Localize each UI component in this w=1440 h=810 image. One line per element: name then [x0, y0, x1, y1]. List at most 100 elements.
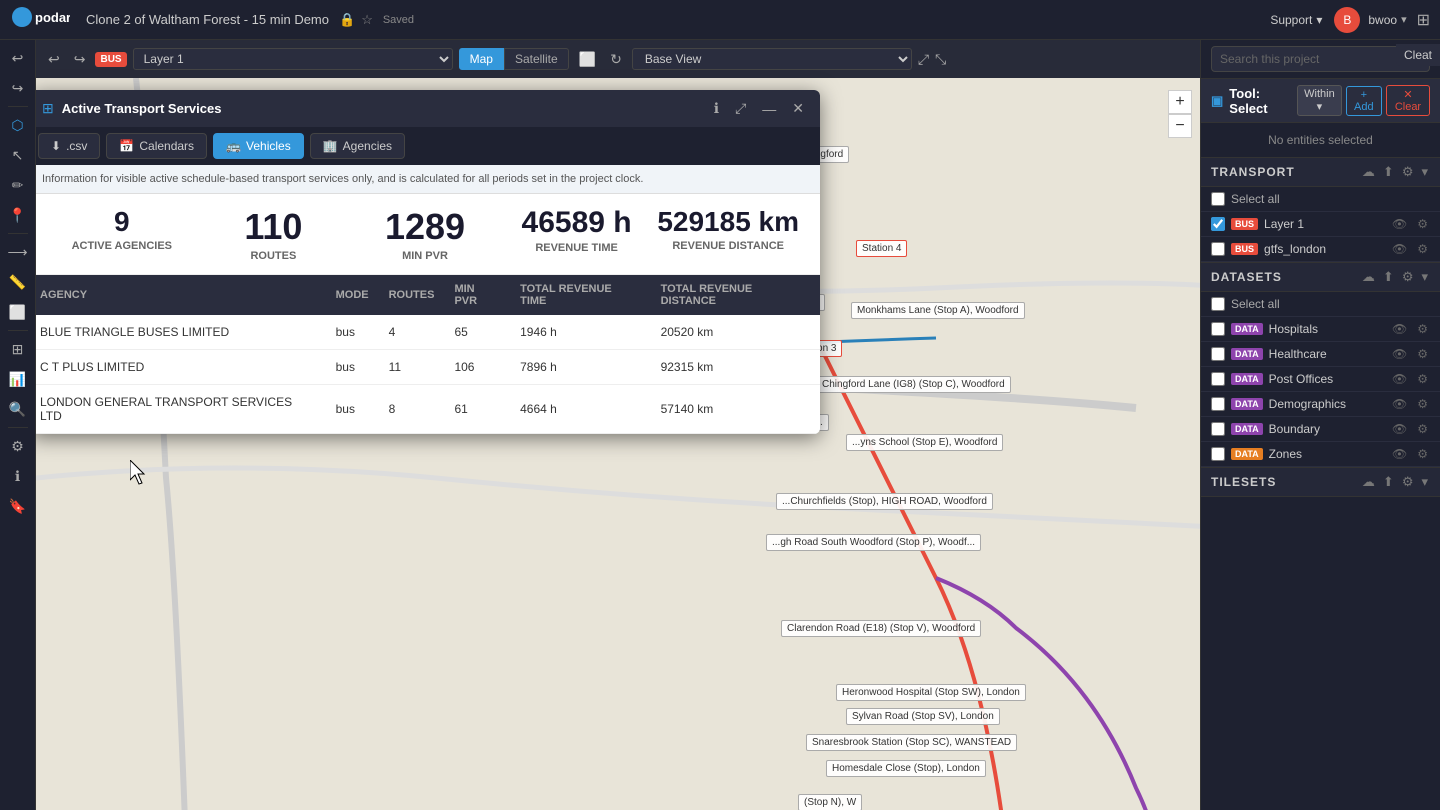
search-tool[interactable]: 🔍 — [4, 395, 32, 423]
search-input[interactable] — [1220, 52, 1399, 66]
col-min-pvr: MIN PVR — [444, 275, 510, 315]
refresh-icon[interactable]: ↻ — [606, 49, 626, 70]
settings-tool[interactable]: ⚙ — [4, 432, 32, 460]
star-icon[interactable]: ☆ — [361, 12, 373, 28]
hospitals-settings-icon[interactable]: ⚙ — [1415, 322, 1430, 336]
layers-cloud-icon[interactable]: ☁ — [1360, 164, 1377, 180]
layers-select-all-checkbox[interactable] — [1211, 192, 1225, 206]
map-undo-button[interactable]: ↩ — [44, 49, 64, 70]
pointer-tool[interactable]: ↖ — [4, 141, 32, 169]
healthcare-eye-icon[interactable]: 👁 — [1390, 347, 1409, 361]
gtfs-eye-icon[interactable]: 👁 — [1390, 242, 1409, 256]
dataset-boundary[interactable]: DATA Boundary 👁 ⚙ — [1201, 417, 1440, 442]
right-panel: 🔍 ▣ Tool: Select Within ▾ + Add ✕ Clear … — [1200, 40, 1440, 810]
map-redo-button[interactable]: ↪ — [70, 49, 90, 70]
dataset-demographics[interactable]: DATA Demographics 👁 ⚙ — [1201, 392, 1440, 417]
tilesets-chevron-icon[interactable]: ▾ — [1419, 474, 1430, 490]
boundary-settings-icon[interactable]: ⚙ — [1415, 422, 1430, 436]
panel-table-container[interactable]: AGENCY MODE ROUTES MIN PVR TOTAL REVENUE… — [30, 275, 820, 434]
layers-chevron-icon[interactable]: ▾ — [1419, 164, 1430, 180]
shape-tool[interactable]: ⬜ — [4, 298, 32, 326]
layer-row-layer1[interactable]: BUS Layer 1 👁 ⚙ — [1201, 212, 1440, 237]
expand-button[interactable]: ⤢ — [918, 51, 929, 68]
post-offices-eye-icon[interactable]: 👁 — [1390, 372, 1409, 386]
satellite-mode-button[interactable]: Satellite — [504, 48, 569, 70]
datasets-cloud-icon[interactable]: ☁ — [1360, 269, 1377, 285]
draw-tool[interactable]: ✏ — [4, 171, 32, 199]
datasets-chevron-icon[interactable]: ▾ — [1419, 269, 1430, 285]
datasets-settings-icon[interactable]: ⚙ — [1400, 269, 1416, 285]
hospitals-checkbox[interactable] — [1211, 322, 1225, 336]
panel-expand-button[interactable]: ⤢ — [731, 98, 750, 119]
map-mode-button[interactable]: Map — [459, 48, 504, 70]
calendars-tab[interactable]: 📅 Calendars — [106, 133, 207, 159]
layer1-checkbox[interactable] — [1211, 217, 1225, 231]
csv-tab[interactable]: ⬇ .csv — [38, 133, 100, 159]
chart-tool[interactable]: 📊 — [4, 365, 32, 393]
left-toolbar: ↩ ↪ ⬡ ↖ ✏ 📍 ⟶ 📏 ⬜ ⊞ 📊 🔍 ⚙ ℹ 🔖 — [0, 40, 36, 810]
healthcare-checkbox[interactable] — [1211, 347, 1225, 361]
base-view-select[interactable]: Base View — [632, 48, 912, 70]
demographics-settings-icon[interactable]: ⚙ — [1415, 397, 1430, 411]
hospitals-eye-icon[interactable]: 👁 — [1390, 322, 1409, 336]
tilesets-settings-icon[interactable]: ⚙ — [1400, 474, 1416, 490]
boundary-tag: DATA — [1231, 423, 1263, 435]
tilesets-upload-icon[interactable]: ⬆ — [1381, 474, 1396, 490]
zoom-out-button[interactable]: − — [1168, 114, 1192, 138]
zones-checkbox[interactable] — [1211, 447, 1225, 461]
info-tool[interactable]: ℹ — [4, 462, 32, 490]
demographics-checkbox[interactable] — [1211, 397, 1225, 411]
route-tool[interactable]: ⟶ — [4, 238, 32, 266]
panel-collapse-button[interactable]: — — [758, 99, 780, 119]
boundary-eye-icon[interactable]: 👁 — [1390, 422, 1409, 436]
layer1-eye-icon[interactable]: 👁 — [1390, 217, 1409, 231]
gtfs-checkbox[interactable] — [1211, 242, 1225, 256]
add-button[interactable]: + Add — [1346, 86, 1382, 116]
support-label: Support — [1270, 13, 1312, 27]
dataset-hospitals[interactable]: DATA Hospitals 👁 ⚙ — [1201, 317, 1440, 342]
dataset-healthcare[interactable]: DATA Healthcare 👁 ⚙ — [1201, 342, 1440, 367]
tilesets-cloud-icon[interactable]: ☁ — [1360, 474, 1377, 490]
gtfs-settings-icon[interactable]: ⚙ — [1415, 242, 1430, 256]
layers-settings-icon[interactable]: ⚙ — [1400, 164, 1416, 180]
user-avatar[interactable]: B — [1334, 7, 1360, 33]
datasets-upload-icon[interactable]: ⬆ — [1381, 269, 1396, 285]
screen-icon[interactable]: ⬜ — [575, 49, 600, 70]
panel-close-button[interactable]: ✕ — [788, 98, 808, 119]
boundary-checkbox[interactable] — [1211, 422, 1225, 436]
healthcare-name: Healthcare — [1269, 347, 1384, 361]
dataset-zones[interactable]: DATA Zones 👁 ⚙ — [1201, 442, 1440, 467]
layers-upload-icon[interactable]: ⬆ — [1381, 164, 1396, 180]
datasets-select-all-checkbox[interactable] — [1211, 297, 1225, 311]
vehicles-tab[interactable]: 🚌 Vehicles — [213, 133, 304, 159]
grid-icon[interactable]: ⊞ — [1407, 10, 1440, 30]
table-row: LONDON GENERAL TRANSPORT SERVICES LTD bu… — [30, 385, 820, 434]
clear-button[interactable]: ✕ Clear — [1386, 85, 1430, 116]
redo-button[interactable]: ↪ — [4, 74, 32, 102]
post-offices-settings-icon[interactable]: ⚙ — [1415, 372, 1430, 386]
gtfs-bus-tag: BUS — [1231, 243, 1258, 255]
user-name[interactable]: bwoo — [1364, 13, 1401, 27]
dataset-post-offices[interactable]: DATA Post Offices 👁 ⚙ — [1201, 367, 1440, 392]
layer-select[interactable]: Layer 1 — [133, 48, 453, 70]
collapse-button[interactable]: ⤡ — [935, 51, 946, 68]
zones-eye-icon[interactable]: 👁 — [1390, 447, 1409, 461]
zoom-in-button[interactable]: + — [1168, 90, 1192, 114]
post-offices-checkbox[interactable] — [1211, 372, 1225, 386]
healthcare-settings-icon[interactable]: ⚙ — [1415, 347, 1430, 361]
demographics-eye-icon[interactable]: 👁 — [1390, 397, 1409, 411]
zones-settings-icon[interactable]: ⚙ — [1415, 447, 1430, 461]
layers-tool[interactable]: ⊞ — [4, 335, 32, 363]
undo-button[interactable]: ↩ — [4, 44, 32, 72]
layer1-settings-icon[interactable]: ⚙ — [1415, 217, 1430, 231]
map-label: Chingford Lane (IG8) (Stop C), Woodford — [816, 376, 1011, 393]
measure-tool[interactable]: 📏 — [4, 268, 32, 296]
panel-info-button[interactable]: ℹ — [710, 98, 723, 119]
bookmark-tool[interactable]: 🔖 — [4, 492, 32, 520]
within-button[interactable]: Within ▾ — [1297, 85, 1342, 116]
agencies-tab[interactable]: 🏢 Agencies — [310, 133, 405, 159]
pin-tool[interactable]: 📍 — [4, 201, 32, 229]
select-tool[interactable]: ⬡ — [4, 111, 32, 139]
support-button[interactable]: Support ▾ — [1262, 13, 1330, 27]
layer-row-gtfs[interactable]: BUS gtfs_london 👁 ⚙ — [1201, 237, 1440, 262]
